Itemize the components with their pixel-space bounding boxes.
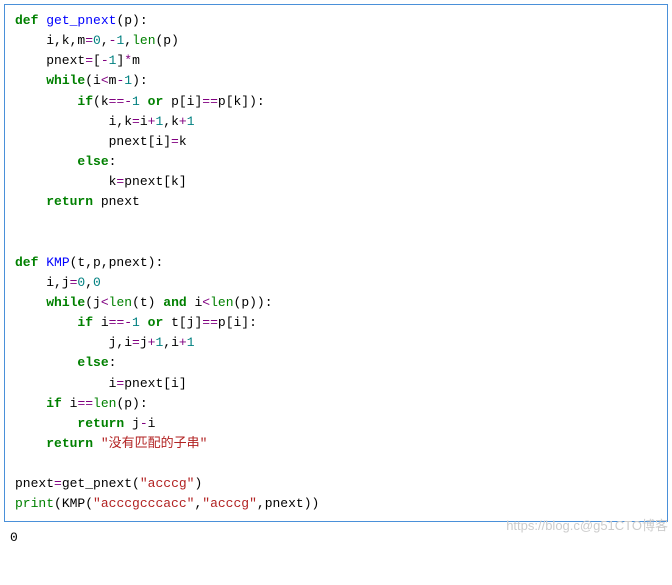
kw-and: and <box>163 295 186 310</box>
args: (p): <box>116 13 147 28</box>
kw-or: or <box>148 315 164 330</box>
kw-return: return <box>46 436 93 451</box>
kw-if: if <box>77 94 93 109</box>
builtin-len: len <box>93 396 116 411</box>
output-cell: 0 <box>10 528 662 548</box>
builtin-len: len <box>210 295 233 310</box>
builtin-len: len <box>132 33 155 48</box>
string-literal: "没有匹配的子串" <box>101 436 208 451</box>
kw-def: def <box>15 255 38 270</box>
fn-name: KMP <box>46 255 69 270</box>
kw-if: if <box>46 396 62 411</box>
kw-def: def <box>15 13 38 28</box>
kw-else: else <box>77 154 108 169</box>
builtin-print: print <box>15 496 54 511</box>
kw-or: or <box>148 94 164 109</box>
kw-while: while <box>46 73 85 88</box>
string-literal: "acccg" <box>140 476 195 491</box>
kw-return: return <box>77 416 124 431</box>
kw-return: return <box>46 194 93 209</box>
kw-while: while <box>46 295 85 310</box>
string-literal: "acccg" <box>202 496 257 511</box>
kw-if: if <box>77 315 93 330</box>
kw-else: else <box>77 355 108 370</box>
code: i,k,m <box>15 33 85 48</box>
string-literal: "acccgcccacc" <box>93 496 194 511</box>
builtin-len: len <box>109 295 132 310</box>
code-cell: def get_pnext(p): i,k,m=0,-1,len(p) pnex… <box>4 4 668 522</box>
fn-name: get_pnext <box>46 13 116 28</box>
